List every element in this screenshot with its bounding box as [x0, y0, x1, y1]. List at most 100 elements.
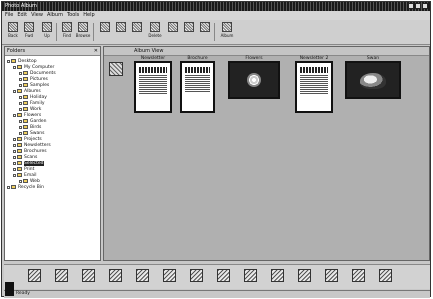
folder-icon [23, 71, 28, 75]
tree-node-label: Projects [24, 136, 42, 142]
expand-icon[interactable] [19, 71, 22, 75]
menu-bar: File Edit View Album Tools Help [2, 11, 430, 20]
copy-button[interactable] [114, 22, 128, 42]
expand-icon[interactable] [13, 89, 16, 93]
close-button[interactable] [422, 3, 428, 9]
expand-icon[interactable] [13, 143, 16, 147]
forward-button[interactable]: Fwd [22, 22, 36, 42]
expand-icon[interactable] [13, 167, 16, 171]
thumbnail-panel-header: Album View [104, 47, 429, 56]
expand-icon[interactable] [13, 173, 16, 177]
expand-icon[interactable] [19, 101, 22, 105]
expand-icon[interactable] [13, 149, 16, 153]
album-button[interactable]: Album [220, 22, 234, 42]
expand-icon[interactable] [19, 131, 22, 135]
delete-button[interactable]: Delete [148, 22, 162, 42]
exit-icon[interactable] [379, 269, 392, 282]
photo-icon[interactable] [82, 269, 95, 282]
rotate-button[interactable] [166, 22, 180, 42]
expand-icon[interactable] [19, 83, 22, 87]
thumbnail-item[interactable]: Swan [345, 56, 401, 99]
print-icon [184, 22, 194, 32]
expand-icon[interactable] [13, 65, 16, 69]
expand-icon[interactable] [13, 137, 16, 141]
thumbnail-item[interactable]: Newsletter [134, 56, 172, 113]
menu-edit[interactable]: Edit [17, 11, 27, 20]
thumbnail-caption: Swan [366, 56, 380, 61]
expand-icon[interactable] [7, 185, 10, 189]
expand-icon[interactable] [19, 95, 22, 99]
tree-node-label: Recycle Bin [18, 184, 44, 190]
toolbar-separator [214, 23, 215, 41]
title-bar: Photo Album [2, 2, 430, 11]
cut-button[interactable] [98, 22, 112, 42]
up-icon [42, 22, 52, 32]
flower-photo [247, 73, 261, 87]
back-label: Back [8, 33, 18, 38]
save-icon[interactable] [136, 269, 149, 282]
menu-album[interactable]: Album [47, 11, 63, 20]
thumbnail-item[interactable]: Flowers [228, 56, 280, 99]
thumbnail-item[interactable]: Brochure [180, 56, 215, 113]
calendar-icon[interactable] [325, 269, 338, 282]
browse-icon [78, 22, 88, 32]
window-controls [408, 3, 428, 9]
album-label: Album [220, 33, 234, 38]
expand-icon[interactable] [7, 59, 10, 63]
browse-button[interactable]: Browse [76, 22, 90, 42]
album-icon[interactable] [109, 269, 122, 282]
tree-node-label: My Computer [24, 64, 55, 70]
find-button[interactable]: Find [60, 22, 74, 42]
back-button[interactable]: Back [6, 22, 20, 42]
thumbnail-item[interactable]: Newsletter 2 [295, 56, 333, 113]
menu-file[interactable]: File [5, 11, 13, 20]
expand-icon[interactable] [19, 179, 22, 183]
folder-icon [23, 119, 28, 123]
expand-icon[interactable] [19, 125, 22, 129]
status-bar: Ready [4, 282, 430, 298]
paint-icon[interactable] [190, 269, 203, 282]
menu-tools[interactable]: Tools [67, 11, 79, 20]
up-button[interactable]: Up [40, 22, 54, 42]
minimize-button[interactable] [408, 3, 414, 9]
expand-icon[interactable] [13, 155, 16, 159]
gallery-icon[interactable] [217, 269, 230, 282]
folder-icon [17, 113, 22, 117]
tree-node-label: Brochures [24, 148, 47, 154]
tree-node[interactable]: Recycle Bin [5, 184, 100, 190]
expand-icon[interactable] [19, 77, 22, 81]
slideshow-button[interactable] [198, 22, 212, 42]
expand-icon[interactable] [19, 119, 22, 123]
expand-icon[interactable] [13, 113, 16, 117]
card-icon[interactable] [352, 269, 365, 282]
camera-icon[interactable] [55, 269, 68, 282]
print-button[interactable] [182, 22, 196, 42]
folder-icon [23, 131, 28, 135]
forward-icon [24, 22, 34, 32]
close-icon[interactable]: ✕ [94, 48, 98, 54]
album-view-title: Album View [134, 48, 164, 54]
menu-help[interactable]: Help [83, 11, 94, 20]
menu-view[interactable]: View [31, 11, 43, 20]
back-icon [8, 22, 18, 32]
email-icon[interactable] [271, 269, 284, 282]
maximize-button[interactable] [415, 3, 421, 9]
tree-node-label: Documents [30, 70, 56, 76]
edit-icon[interactable] [163, 269, 176, 282]
tree-node-label: Newsletters [24, 142, 51, 148]
scan-icon[interactable] [28, 269, 41, 282]
status-indicator [5, 282, 14, 296]
album-icon[interactable] [109, 62, 123, 76]
copy-icon [116, 22, 126, 32]
paste-button[interactable] [130, 22, 144, 42]
forward-label: Fwd [24, 33, 34, 38]
print-icon[interactable] [298, 269, 311, 282]
expand-icon[interactable] [19, 107, 22, 111]
folder-icon [11, 59, 16, 63]
thumbnail-panel: Album View Newsletter Brochure Flowers N… [103, 46, 430, 261]
expand-icon[interactable] [13, 161, 16, 165]
tree-node-label: Swans [30, 130, 45, 136]
folder-tree: Desktop My Computer Documents Pictures Sampl… [5, 56, 100, 190]
web-icon[interactable] [244, 269, 257, 282]
album-icon [222, 22, 232, 32]
